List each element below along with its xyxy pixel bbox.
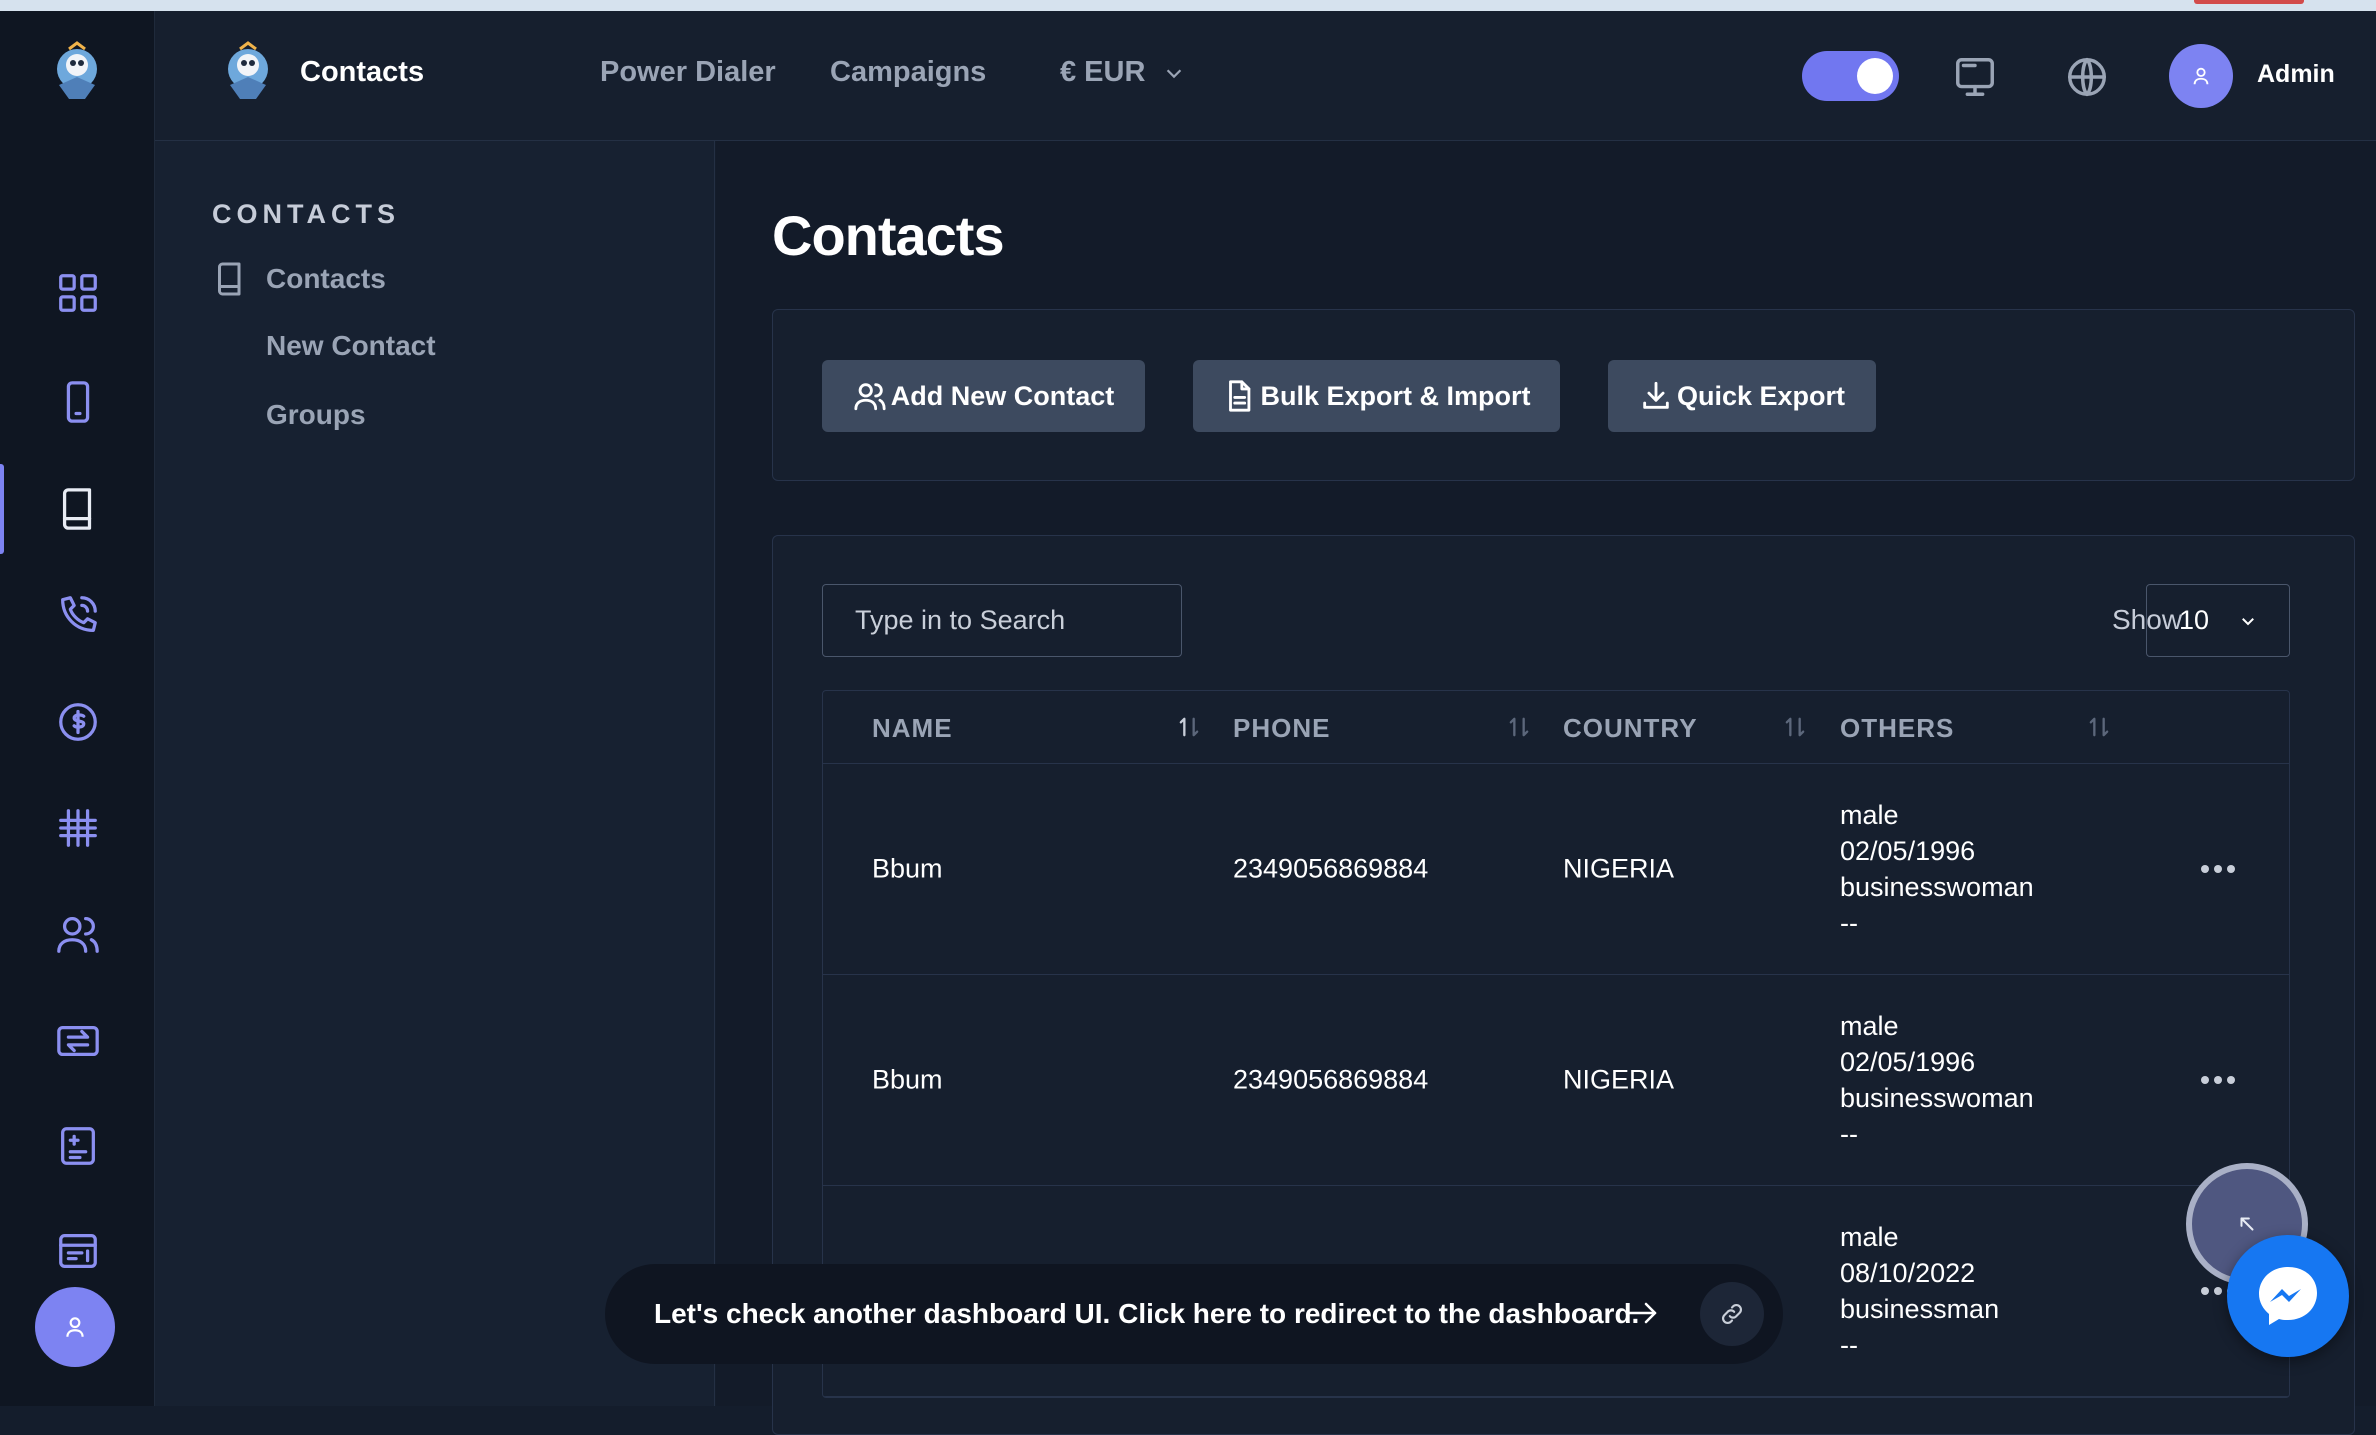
banner-text[interactable]: Let's check another dashboard UI. Click … bbox=[654, 1298, 1639, 1330]
table-row[interactable]: Bbum 2349056869884 NIGERIA male 02/05/19… bbox=[823, 764, 2289, 975]
rail-schedule[interactable] bbox=[0, 1211, 155, 1291]
app-logo-icon[interactable] bbox=[47, 41, 105, 103]
rail-dashboard[interactable] bbox=[0, 253, 155, 333]
theme-toggle[interactable] bbox=[1802, 51, 1899, 101]
rail-reports[interactable] bbox=[0, 1106, 155, 1186]
report-icon bbox=[60, 1127, 95, 1165]
phone-device-icon bbox=[66, 381, 89, 423]
column-header-name[interactable]: NAME bbox=[872, 713, 953, 744]
page-size-select[interactable]: 10 bbox=[2146, 584, 2290, 657]
cell-country: NIGERIA bbox=[1563, 1064, 1675, 1095]
header-logo-icon[interactable] bbox=[218, 41, 276, 103]
sidebar-item-new-contact[interactable]: New Contact bbox=[212, 330, 436, 362]
sort-icon bbox=[2089, 717, 2109, 737]
sidebar-item-label: Contacts bbox=[266, 263, 386, 294]
chevron-down-icon bbox=[2242, 617, 2254, 625]
quick-export-button[interactable]: Quick Export bbox=[1608, 360, 1876, 432]
currency-dropdown[interactable]: € EUR bbox=[1060, 56, 1185, 89]
main-content: Contacts Add New Contact Bulk Export & I… bbox=[716, 141, 2376, 1435]
sidebar-item-label: New Contact bbox=[266, 330, 436, 361]
column-header-others[interactable]: OTHERS bbox=[1840, 713, 1954, 744]
bulk-export-import-button[interactable]: Bulk Export & Import bbox=[1193, 360, 1560, 432]
table-header: NAME PHONE COUNTRY OTHERS bbox=[823, 691, 2289, 764]
page-size-value: 10 bbox=[2179, 605, 2210, 635]
user-icon bbox=[2193, 67, 2209, 85]
book-icon bbox=[218, 262, 241, 296]
messenger-icon bbox=[2259, 1267, 2317, 1325]
column-header-phone[interactable]: PHONE bbox=[1233, 713, 1330, 744]
search-input[interactable] bbox=[822, 584, 1182, 657]
sort-phone-button[interactable] bbox=[1505, 713, 1533, 741]
cell-country: NIGERIA bbox=[1563, 853, 1675, 884]
toggle-knob bbox=[1857, 58, 1893, 94]
table-row[interactable]: Bbum 2349056869884 NIGERIA male 02/05/19… bbox=[823, 975, 2289, 1186]
currency-label: € EUR bbox=[1060, 56, 1146, 88]
link-icon bbox=[1722, 1304, 1742, 1324]
download-icon bbox=[1643, 381, 1669, 409]
globe-icon bbox=[2068, 58, 2106, 96]
contacts-book-icon bbox=[62, 488, 91, 530]
cell-others: male 02/05/1996 businesswoman -- bbox=[1840, 800, 2034, 938]
column-header-country[interactable]: COUNTRY bbox=[1563, 713, 1698, 744]
sort-name-button[interactable] bbox=[1175, 713, 1203, 741]
rail-numbers[interactable] bbox=[0, 788, 155, 868]
sort-country-button[interactable] bbox=[1781, 713, 1809, 741]
dashboard-icon bbox=[58, 274, 97, 312]
page-title: Contacts bbox=[772, 204, 1005, 267]
header-avatar[interactable] bbox=[2169, 44, 2233, 108]
actions-card: Add New Contact Bulk Export & Import Qui… bbox=[772, 309, 2355, 481]
users-icon bbox=[56, 917, 99, 953]
rail-transfer[interactable] bbox=[0, 1001, 155, 1081]
rail-phone-device[interactable] bbox=[0, 362, 155, 442]
sidebar-item-groups[interactable]: Groups bbox=[212, 399, 366, 431]
user-name[interactable]: Admin bbox=[2257, 60, 2335, 89]
user-icon bbox=[66, 1317, 84, 1337]
top-header: Contacts Power Dialer Campaigns € EUR Ad… bbox=[155, 11, 2376, 141]
copy-link-button[interactable] bbox=[1700, 1282, 1764, 1346]
cell-phone: 2349056869884 bbox=[1233, 1064, 1429, 1095]
rail-calls[interactable] bbox=[0, 575, 155, 655]
icon-rail bbox=[0, 11, 155, 1406]
sidebar-item-label: Groups bbox=[266, 399, 366, 430]
browser-top-strip bbox=[0, 0, 2376, 11]
transfer-icon bbox=[56, 1025, 99, 1057]
cell-phone: 2349056869884 bbox=[1233, 853, 1429, 884]
cell-others: male 02/05/1996 businesswoman -- bbox=[1840, 1011, 2034, 1149]
cell-name: Bbum bbox=[872, 1064, 943, 1095]
sort-icon bbox=[1179, 717, 1199, 737]
cell-others: male 08/10/2022 businessman -- bbox=[1840, 1222, 2000, 1360]
sort-icon bbox=[1785, 717, 1805, 737]
browser-indicator bbox=[2194, 0, 2304, 4]
nav-campaigns[interactable]: Campaigns bbox=[830, 56, 986, 89]
contacts-sidebar: CONTACTS Contacts New Contact Groups bbox=[155, 141, 715, 1406]
file-icon bbox=[1229, 380, 1251, 412]
sidebar-item-contacts[interactable]: Contacts bbox=[212, 261, 386, 297]
arrow-up-left-icon bbox=[2240, 1217, 2254, 1231]
hashtag-icon bbox=[58, 809, 97, 847]
rail-billing[interactable] bbox=[0, 682, 155, 762]
sort-icon bbox=[1509, 717, 1529, 737]
add-new-contact-button[interactable]: Add New Contact bbox=[822, 360, 1145, 432]
sidebar-section-title: CONTACTS bbox=[212, 199, 400, 229]
phone-call-icon bbox=[60, 596, 97, 632]
calendar-list-icon bbox=[58, 1234, 97, 1268]
language-button[interactable] bbox=[2064, 54, 2110, 100]
rail-contacts[interactable] bbox=[0, 464, 155, 554]
arrow-right-icon bbox=[1625, 1298, 1659, 1328]
monitor-button[interactable] bbox=[1952, 54, 1998, 100]
rail-users[interactable] bbox=[0, 894, 155, 974]
add-user-icon bbox=[854, 383, 886, 411]
row-more-menu-icon[interactable] bbox=[2201, 1070, 2241, 1090]
rail-user-avatar[interactable] bbox=[35, 1287, 115, 1367]
nav-power-dialer[interactable]: Power Dialer bbox=[600, 56, 776, 89]
chevron-down-icon bbox=[1167, 68, 1182, 78]
cell-name: Bbum bbox=[872, 853, 943, 884]
messenger-chat-button[interactable] bbox=[2227, 1235, 2349, 1357]
monitor-icon bbox=[1956, 58, 1994, 96]
row-more-menu-icon[interactable] bbox=[2201, 859, 2241, 879]
dashboard-redirect-banner[interactable]: Let's check another dashboard UI. Click … bbox=[605, 1264, 1783, 1364]
sort-others-button[interactable] bbox=[2085, 713, 2113, 741]
header-title[interactable]: Contacts bbox=[300, 56, 424, 89]
dollar-icon bbox=[58, 703, 97, 741]
